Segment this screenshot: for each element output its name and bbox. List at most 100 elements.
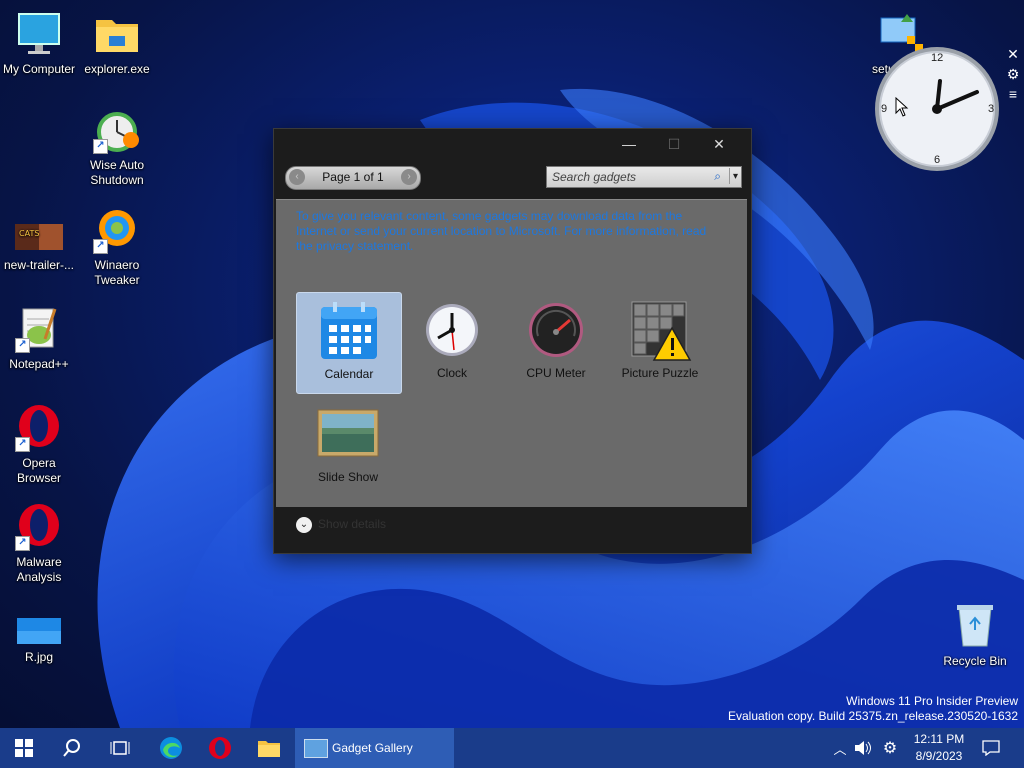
clock-gadget-controls: ✕ ⚙ ≡: [1003, 44, 1023, 104]
settings-icon[interactable]: ⚙: [878, 728, 902, 768]
gadget-label: Clock: [436, 366, 467, 380]
desktop-icon-label: new-trailer-...: [3, 258, 74, 272]
gadget-gallery-window: — ☐ ✕ ‹ Page 1 of 1 › Search gadgets ⌕ ▾…: [273, 128, 752, 554]
search-icon: [63, 739, 80, 757]
search-icon[interactable]: ⌕: [714, 169, 721, 184]
windows-logo-icon: [15, 739, 33, 757]
gadget-label: Slide Show: [317, 470, 379, 484]
opera-logo-icon: [209, 737, 231, 759]
image-file-icon: [15, 614, 63, 646]
gadget-gallery-taskbar-button[interactable]: Gadget Gallery: [295, 728, 454, 768]
alarm-clock-icon: ↗: [93, 106, 141, 154]
volume-icon[interactable]: [851, 728, 875, 768]
clock-number-12: 12: [931, 52, 944, 64]
taskbar: Gadget Gallery ︿ ⚙ 12:11 PM 8/9/2023: [0, 728, 1024, 768]
gadget-gallery-icon: [304, 739, 328, 758]
edge-taskbar-button[interactable]: [147, 728, 195, 768]
desktop-icon-opera-browser[interactable]: ↗ Opera Browser: [0, 404, 78, 486]
clock-number-3: 3: [988, 103, 995, 115]
desktop-icon-label: Recycle Bin: [943, 654, 1007, 668]
folder-icon: [93, 10, 141, 58]
monitor-icon: [15, 10, 63, 58]
search-input[interactable]: Search gadgets: [552, 170, 636, 184]
shortcut-arrow-icon: ↗: [15, 536, 30, 551]
calendar-icon: [317, 299, 381, 363]
close-button[interactable]: ✕: [697, 131, 741, 157]
opera-taskbar-button[interactable]: [196, 728, 244, 768]
search-button[interactable]: [48, 728, 96, 768]
page-navigator: ‹ Page 1 of 1 ›: [285, 166, 421, 190]
clock-number-6: 6: [934, 154, 941, 166]
show-details-label: Show details: [318, 517, 387, 532]
desktop-icon-label: Wise Auto Shutdown: [89, 158, 145, 187]
desktop-icon-label: Opera Browser: [16, 456, 61, 485]
gadget-slide-show[interactable]: Slide Show: [296, 396, 400, 496]
clock-gadget[interactable]: 12 3 6 9: [873, 44, 1003, 174]
gadget-picture-puzzle[interactable]: Picture Puzzle: [608, 292, 712, 392]
privacy-notice[interactable]: To give you relevant content, some gadge…: [296, 209, 726, 254]
winaero-logo-icon: ↗: [93, 206, 141, 254]
task-view-button[interactable]: [96, 728, 144, 768]
desktop-icon-label: R.jpg: [24, 650, 53, 664]
slide-show-icon: [316, 402, 380, 466]
next-page-icon[interactable]: ›: [401, 169, 417, 185]
start-button[interactable]: [0, 728, 48, 768]
gadget-calendar[interactable]: Calendar: [296, 292, 402, 394]
show-hidden-icons-button[interactable]: ︿: [829, 728, 851, 768]
desktop-icon-my-computer[interactable]: My Computer: [0, 10, 78, 77]
video-thumbnail-icon: CATS: [15, 220, 63, 254]
watermark-line-2: Evaluation copy. Build 25375.zn_release.…: [728, 709, 1018, 723]
show-details-toggle[interactable]: ⌄ Show details: [296, 517, 386, 533]
mouse-pointer-icon: [895, 96, 909, 122]
gadget-cpu-meter[interactable]: CPU Meter: [504, 292, 608, 392]
desktop-icon-label: Malware Analysis: [16, 555, 62, 584]
opera-logo-icon: ↗: [15, 503, 63, 551]
recycle-bin-icon: [951, 602, 999, 650]
picture-puzzle-icon: [628, 298, 692, 362]
minimize-button[interactable]: —: [607, 131, 651, 157]
edge-icon: [160, 737, 182, 759]
desktop-icon-malware-analysis[interactable]: ↗ Malware Analysis: [0, 503, 78, 585]
shortcut-arrow-icon: ↗: [15, 338, 30, 353]
file-explorer-taskbar-button[interactable]: [245, 728, 293, 768]
folder-icon: [258, 741, 280, 757]
gadget-clock[interactable]: Clock: [400, 292, 504, 392]
svg-text:CATS: CATS: [19, 229, 39, 238]
desktop-icon-wise-auto-shutdown[interactable]: ↗ Wise Auto Shutdown: [78, 106, 156, 188]
notification-icon[interactable]: [978, 728, 1004, 768]
desktop-icon-label: Winaero Tweaker: [94, 258, 140, 287]
taskbar-window-title: Gadget Gallery: [332, 741, 413, 755]
desktop-icon-explorer[interactable]: explorer.exe: [78, 10, 156, 77]
drag-handle-icon[interactable]: ≡: [1003, 84, 1023, 104]
desktop-icon-notepad-plus-plus[interactable]: ↗ Notepad++: [0, 305, 78, 372]
clock-icon: [420, 298, 484, 362]
title-bar[interactable]: — ☐ ✕: [274, 129, 751, 159]
clock-number-9: 9: [881, 103, 888, 115]
shortcut-arrow-icon: ↗: [93, 239, 108, 254]
desktop-icon-label: explorer.exe: [84, 62, 150, 76]
desktop-icon-recycle-bin[interactable]: Recycle Bin: [936, 602, 1014, 669]
maximize-button[interactable]: ☐: [652, 131, 696, 157]
search-gadgets-box[interactable]: Search gadgets ⌕ ▾: [546, 166, 742, 188]
gadget-label: CPU Meter: [526, 366, 586, 380]
notepad-plus-plus-icon: ↗: [15, 305, 63, 353]
desktop-icon-new-trailer[interactable]: CATS new-trailer-...: [0, 220, 78, 273]
taskbar-clock[interactable]: 12:11 PM 8/9/2023: [904, 731, 974, 765]
evaluation-watermark: Windows 11 Pro Insider Preview Evaluatio…: [728, 694, 1018, 724]
watermark-line-1: Windows 11 Pro Insider Preview: [846, 694, 1018, 708]
task-view-icon: [110, 741, 130, 755]
shortcut-arrow-icon: ↗: [93, 139, 108, 154]
gadget-label: Calendar: [324, 367, 374, 381]
opera-logo-icon: ↗: [15, 404, 63, 452]
settings-icon[interactable]: ⚙: [1003, 64, 1023, 84]
taskbar-time: 12:11 PM: [913, 732, 965, 746]
taskbar-date: 8/9/2023: [915, 749, 963, 763]
cpu-meter-icon: [524, 298, 588, 362]
shortcut-arrow-icon: ↗: [15, 437, 30, 452]
search-dropdown-icon[interactable]: ▾: [728, 168, 738, 184]
desktop-icon-winaero-tweaker[interactable]: ↗ Winaero Tweaker: [78, 206, 156, 288]
desktop-icon-label: My Computer: [2, 62, 76, 76]
close-icon[interactable]: ✕: [1003, 44, 1023, 64]
gadget-label: Picture Puzzle: [621, 366, 699, 380]
desktop-icon-r-jpg[interactable]: R.jpg: [0, 614, 78, 665]
